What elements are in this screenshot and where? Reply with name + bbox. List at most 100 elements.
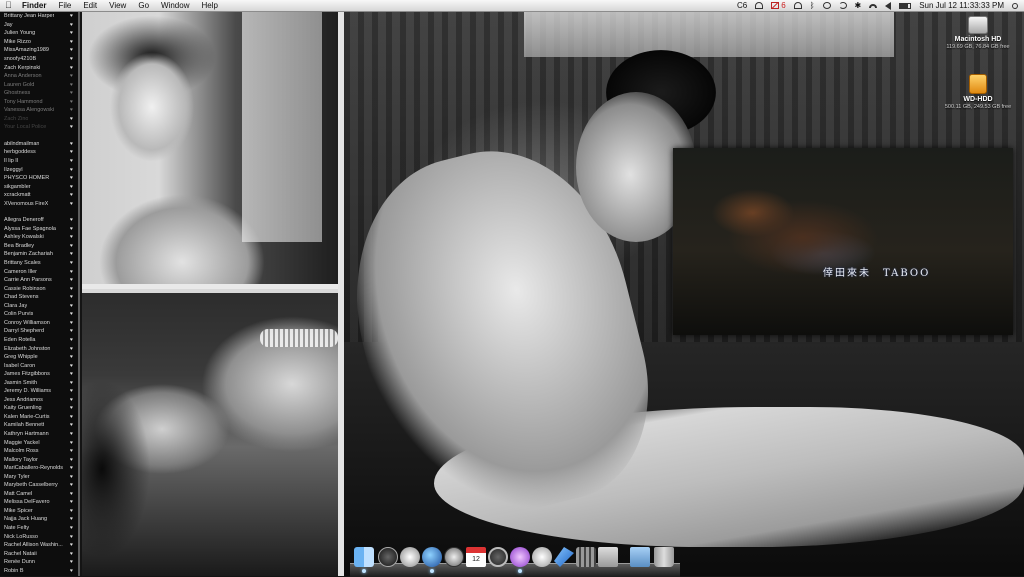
menu-extra-icon[interactable] bbox=[793, 2, 802, 9]
buddy-list-item[interactable]: Mallory Taylor ♥ bbox=[0, 455, 78, 464]
buddy-list-item[interactable]: Brittany Jean Harper ♥ bbox=[0, 12, 78, 21]
buddy-list-item[interactable]: Renée Dunn ♥ bbox=[0, 558, 78, 567]
buddy-list-item[interactable]: herbgoddess ♥ bbox=[0, 148, 78, 157]
buddy-list-item[interactable]: MissAmazing1989 ♥ bbox=[0, 46, 78, 55]
dock-system-prefs-icon[interactable] bbox=[576, 547, 596, 567]
buddy-list-item[interactable]: Elizabeth Johnston ♥ bbox=[0, 344, 78, 353]
desktop-icon-macintosh-hd[interactable]: Macintosh HD 119.69 GB, 76.84 GB free bbox=[933, 16, 1023, 51]
buddy-list-item[interactable]: Zach Kerpinski ♥ bbox=[0, 63, 78, 72]
buddy-list-item[interactable]: Alyssa Fae Spagnola ♥ bbox=[0, 225, 78, 234]
dock-archive-icon[interactable] bbox=[598, 547, 618, 567]
menu-file[interactable]: File bbox=[58, 0, 71, 11]
buddy-list-item[interactable]: Kaity Gruenling ♥ bbox=[0, 404, 78, 413]
menu-app-name[interactable]: Finder bbox=[22, 0, 46, 11]
dock-camera-icon[interactable] bbox=[488, 547, 508, 567]
buddy-list-item[interactable]: Tony Hammond ♥ bbox=[0, 97, 78, 106]
dock-trash-icon[interactable] bbox=[654, 547, 674, 567]
buddy-list-item[interactable]: Allegra Deneroff ♥ bbox=[0, 216, 78, 225]
buddy-list-item[interactable]: PHYSCO HOMER ♥ bbox=[0, 174, 78, 183]
apple-menu-icon[interactable]:  bbox=[5, 0, 16, 11]
buddy-list-item[interactable]: XVenomous FireX ♥ bbox=[0, 199, 78, 208]
buddy-list-item[interactable]: Lauren Gold ♥ bbox=[0, 80, 78, 89]
buddy-list-item[interactable]: Ghostness ♥ bbox=[0, 89, 78, 98]
buddy-list-item[interactable]: Anna Anderson ♥ bbox=[0, 72, 78, 81]
buddy-list-item[interactable]: James Fitzgibbons ♥ bbox=[0, 370, 78, 379]
buddy-list-item[interactable]: Darryl Shepherd ♥ bbox=[0, 327, 78, 336]
sync-icon[interactable] bbox=[822, 2, 831, 9]
menu-view[interactable]: View bbox=[109, 0, 126, 11]
wifi-icon[interactable] bbox=[869, 3, 878, 8]
buddy-list-item[interactable]: Chad Stevens ♥ bbox=[0, 293, 78, 302]
buddy-list-item[interactable]: Ashley Kowalski ♥ bbox=[0, 233, 78, 242]
buddy-list-item[interactable]: Mike Rizzo ♥ bbox=[0, 38, 78, 47]
dock-finder-icon[interactable] bbox=[354, 547, 374, 567]
dock-globe-icon[interactable] bbox=[422, 547, 442, 567]
video-player-window[interactable]: 倖田來未 TABOO bbox=[673, 148, 1013, 335]
buddy-list-item[interactable]: Matt Camel ♥ bbox=[0, 490, 78, 499]
photo-portrait-reclining[interactable] bbox=[82, 289, 338, 576]
buddy-list-item[interactable]: Cameron Iller ♥ bbox=[0, 267, 78, 276]
spotlight-search-icon[interactable] bbox=[1012, 2, 1018, 9]
buddy-list-item[interactable]: Melissa DelFavero ♥ bbox=[0, 498, 78, 507]
dock-calendar-icon[interactable]: 12 bbox=[466, 547, 486, 567]
status-text[interactable]: C6 bbox=[737, 0, 747, 11]
buddy-list-item[interactable]: Maggie Yackel ♥ bbox=[0, 438, 78, 447]
buddy-list-item[interactable]: Mary Tyler ♥ bbox=[0, 472, 78, 481]
dock-folder-icon[interactable] bbox=[630, 547, 650, 567]
dock-safari-icon[interactable] bbox=[444, 547, 464, 567]
buddy-list-item[interactable]: Rachel Nataii ♥ bbox=[0, 549, 78, 558]
buddy-list-item[interactable]: Kathryn Hartmann ♥ bbox=[0, 430, 78, 439]
buddy-list-item[interactable]: Nate Felty ♥ bbox=[0, 524, 78, 533]
buddy-list-item[interactable]: MariCaballero-Reynolds ♥ bbox=[0, 464, 78, 473]
menu-help[interactable]: Help bbox=[201, 0, 217, 11]
buddy-list-item[interactable]: Ilzeggyl ♥ bbox=[0, 165, 78, 174]
buddy-list-item[interactable]: Najja Jack Huang ♥ bbox=[0, 515, 78, 524]
dock-speaker-icon[interactable] bbox=[532, 547, 552, 567]
buddy-list-item[interactable]: Kalen Marie-Curtis ♥ bbox=[0, 413, 78, 422]
buddy-list-item[interactable]: Kamilah Bennett ♥ bbox=[0, 421, 78, 430]
buddy-list-item[interactable]: Brittany Scales ♥ bbox=[0, 259, 78, 268]
menu-edit[interactable]: Edit bbox=[83, 0, 97, 11]
buddy-list-item[interactable]: Vanessa Alengowski ♥ bbox=[0, 106, 78, 115]
buddy-list-item[interactable]: Jasmin Smith ♥ bbox=[0, 378, 78, 387]
dock-itunes-icon[interactable] bbox=[510, 547, 530, 567]
menu-window[interactable]: Window bbox=[161, 0, 189, 11]
buddy-list-item[interactable]: Jess Andriamos ♥ bbox=[0, 396, 78, 405]
buddy-list-item[interactable]: Eden Rotella ♥ bbox=[0, 336, 78, 345]
bluetooth-icon[interactable]: ᛒ bbox=[810, 1, 815, 10]
menu-go[interactable]: Go bbox=[138, 0, 149, 11]
buddy-list-item[interactable]: Julien Young ♥ bbox=[0, 29, 78, 38]
buddy-list-item[interactable]: Il lip Il ♥ bbox=[0, 157, 78, 166]
buddy-list-item[interactable]: Greg Whipple ♥ bbox=[0, 353, 78, 362]
volume-icon[interactable] bbox=[885, 1, 892, 10]
buddy-list-item[interactable]: Carrie Ann Parsons ♥ bbox=[0, 276, 78, 285]
time-machine-icon[interactable] bbox=[838, 2, 847, 9]
buddy-list-item[interactable]: Clara Jay ♥ bbox=[0, 302, 78, 311]
buddy-list-item[interactable]: Isabel Caron ♥ bbox=[0, 361, 78, 370]
buddy-list-item[interactable]: Jeremy D. Williams ♥ bbox=[0, 387, 78, 396]
home-icon[interactable] bbox=[755, 2, 764, 9]
buddy-list-item[interactable]: Benjamin Zachariah ♥ bbox=[0, 250, 78, 259]
buddy-list-item[interactable]: Jay ♥ bbox=[0, 21, 78, 30]
buddy-list-item[interactable]: Your Local Police ♥ bbox=[0, 123, 78, 132]
buddy-list-item[interactable]: Mike Spicer ♥ bbox=[0, 507, 78, 516]
buddy-list-item[interactable]: Malcolm Ross ♥ bbox=[0, 447, 78, 456]
bluetooth-menu-icon[interactable]: ✱ bbox=[855, 1, 862, 10]
buddy-list-item[interactable]: Marybeth Casselberry ♥ bbox=[0, 481, 78, 490]
dock-robot-icon[interactable] bbox=[400, 547, 420, 567]
desktop-icon-wd-hdd[interactable]: WD-HDD 500.11 GB, 249.53 GB free bbox=[933, 74, 1023, 111]
menubar-clock[interactable]: Sun Jul 12 11:33:33 PM bbox=[919, 0, 1004, 11]
buddy-list-item[interactable]: xcrackmatt ♥ bbox=[0, 191, 78, 200]
battery-icon[interactable] bbox=[899, 2, 912, 9]
dock-dashboard-icon[interactable] bbox=[378, 547, 398, 567]
photo-portrait-smiling[interactable] bbox=[82, 12, 338, 284]
buddy-list-item[interactable]: Rachel Allison Washin... ♥ bbox=[0, 541, 78, 550]
buddy-list-item[interactable]: snoofy4210B ♥ bbox=[0, 55, 78, 64]
buddy-list-item[interactable]: Colin Purvis ♥ bbox=[0, 310, 78, 319]
buddy-list-item[interactable]: Conroy Williamson ♥ bbox=[0, 319, 78, 328]
buddy-list-item[interactable]: Zach Zino ♥ bbox=[0, 115, 78, 124]
buddy-list-item[interactable]: Robin B ♥ bbox=[0, 566, 78, 575]
buddy-list-item[interactable]: Cassie Robinson ♥ bbox=[0, 284, 78, 293]
buddy-list-item[interactable]: Bea Bradley ♥ bbox=[0, 242, 78, 251]
buddy-list-item[interactable]: sikgambler ♥ bbox=[0, 182, 78, 191]
